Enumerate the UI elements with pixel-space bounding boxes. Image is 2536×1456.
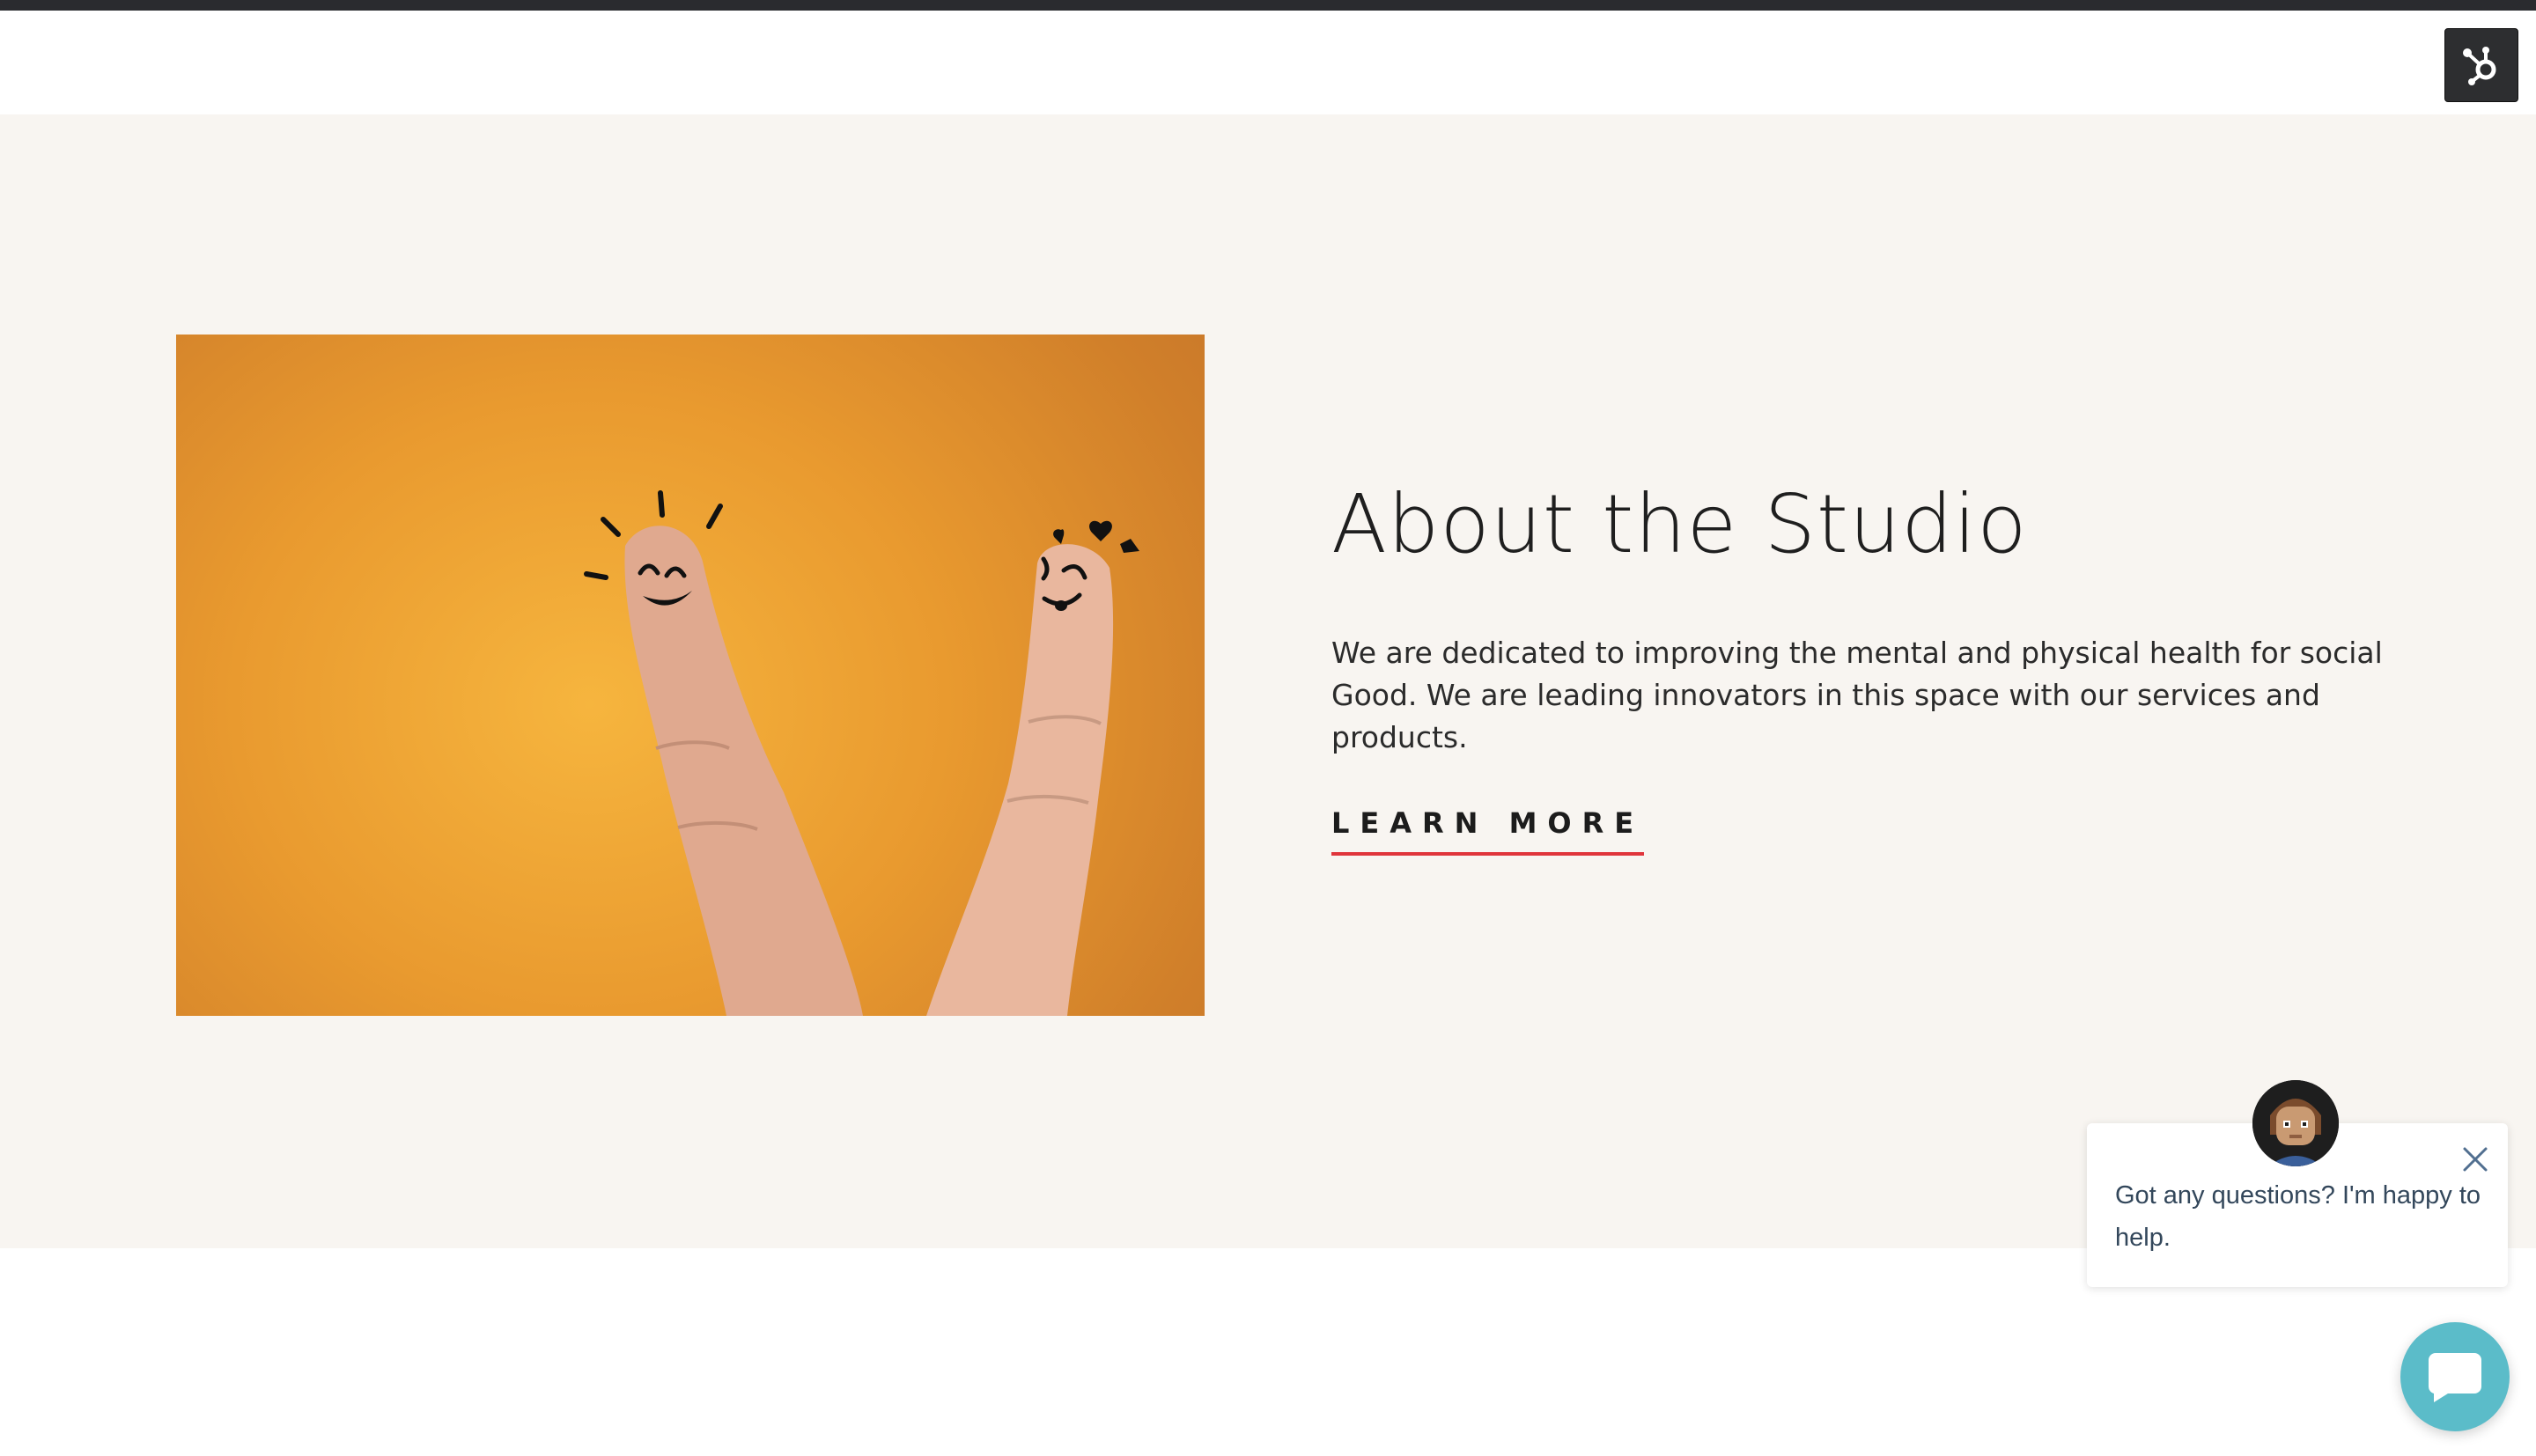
hubspot-icon (2463, 47, 2496, 85)
about-title: About the Studio (1331, 477, 2028, 571)
close-icon[interactable] (2462, 1146, 2488, 1173)
chat-agent-avatar (2252, 1080, 2339, 1166)
chat-bubble-icon (2428, 1353, 2481, 1402)
about-description: We are dedicated to improving the mental… (1331, 636, 2383, 754)
chat-message: Got any questions? I'm happy to help. (2115, 1181, 2481, 1252)
site-header (0, 11, 2536, 114)
chat-launcher-button[interactable] (2400, 1322, 2510, 1431)
hubspot-badge[interactable] (2444, 28, 2518, 102)
about-image (176, 335, 1205, 1016)
learn-more-link[interactable]: LEARN MORE (1331, 806, 1645, 856)
browser-top-bar (0, 0, 2536, 11)
